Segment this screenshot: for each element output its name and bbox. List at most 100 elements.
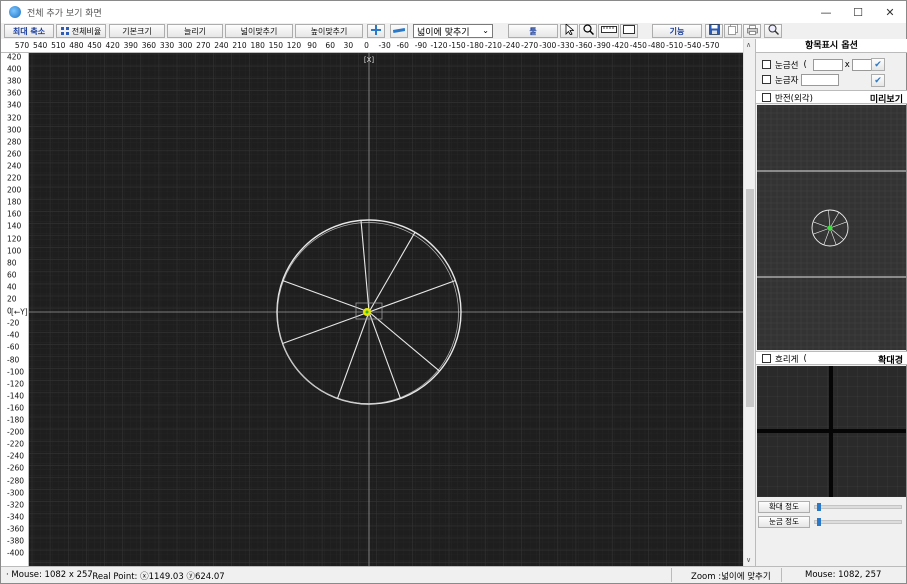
- grid-precision-slider[interactable]: [814, 518, 902, 526]
- printer-icon: [746, 24, 758, 38]
- vertical-scrollbar[interactable]: ∧ ∨: [743, 39, 755, 566]
- y-tick-label: -360: [7, 524, 25, 534]
- close-button[interactable]: ✕: [874, 1, 906, 23]
- scroll-down-icon[interactable]: ∨: [746, 556, 751, 564]
- zoom-precision-label: 확대 정도: [758, 501, 810, 513]
- zoom-precision-thumb[interactable]: [816, 503, 821, 511]
- grid-width-input[interactable]: [812, 58, 843, 71]
- y-tick-label: 420: [7, 52, 22, 62]
- window-title: 전체 추가 보기 화면: [27, 8, 102, 19]
- preview-pane[interactable]: [757, 105, 906, 350]
- x-tick-label: -240: [502, 41, 521, 50]
- hub-dot: [365, 310, 369, 314]
- y-tick-label: 300: [7, 125, 22, 135]
- y-tick-label: 100: [7, 246, 22, 256]
- x-tick-label: 330: [159, 41, 175, 50]
- function-button[interactable]: 기능: [652, 24, 702, 38]
- search-button[interactable]: [764, 24, 782, 38]
- x-tick-label: -300: [539, 41, 557, 50]
- x-tick-label: 390: [123, 41, 138, 50]
- x-tick-label: 480: [69, 41, 84, 50]
- drawing-svg: [X]: [29, 53, 743, 566]
- grid-precision-row: 눈금 정도: [758, 516, 905, 528]
- zoom-out-max-button[interactable]: 최대 축소: [4, 24, 54, 38]
- tools-button[interactable]: 툴: [508, 24, 558, 38]
- y-tick-label: -120: [7, 379, 25, 389]
- maximize-button[interactable]: ☐: [842, 1, 874, 23]
- canvas-area: 570 540 510 480 450 420 390 360 330 300 270 240 210 1…: [1, 39, 743, 566]
- y-tick-label: -300: [7, 488, 25, 498]
- blur-checkbox[interactable]: [762, 354, 771, 363]
- y-tick-label: 240: [7, 161, 22, 171]
- save-button[interactable]: [705, 24, 723, 38]
- preview-label: 미리보기: [869, 95, 903, 105]
- pointer-tool-button[interactable]: [560, 23, 578, 38]
- minimize-button[interactable]: —: [810, 1, 842, 23]
- scroll-up-icon[interactable]: ∧: [746, 41, 751, 49]
- y-tick-label: 380: [7, 76, 22, 86]
- ruler-label: 눈금자: [775, 75, 799, 86]
- preview-wheel-spoke: [829, 212, 840, 229]
- x-tick-label: -120: [430, 41, 448, 50]
- x-tick-label: 30: [343, 41, 354, 50]
- fit-height-button[interactable]: 높이맞추기: [295, 24, 363, 38]
- zoom-in-tool-button[interactable]: [367, 24, 385, 38]
- tools-label: 툴: [529, 26, 537, 36]
- rectangle-tool-button[interactable]: [620, 24, 638, 38]
- checkmark-icon: ✔: [874, 60, 882, 70]
- scrollbar-thumb[interactable]: [746, 189, 754, 407]
- document-copy-icon: [728, 24, 738, 38]
- y-tick-label: 400: [7, 64, 22, 74]
- zoom-out-max-label: 최대 축소: [12, 26, 46, 36]
- y-tick-label: -320: [7, 500, 25, 510]
- zoom-precision-slider[interactable]: [814, 503, 902, 511]
- print-button[interactable]: [743, 24, 761, 38]
- x-tick-label: -540: [684, 41, 702, 50]
- y-axis-label: [←Y]: [11, 307, 28, 317]
- grid-precision-thumb[interactable]: [816, 518, 821, 526]
- enlarge-button[interactable]: 늘리기: [167, 24, 223, 38]
- x-tick-label: 120: [286, 41, 302, 50]
- y-tick-label: 140: [7, 221, 22, 231]
- default-size-button[interactable]: 기본크기: [109, 24, 165, 38]
- zoom-select-value: 넓이에 맞추기: [417, 27, 470, 38]
- invert-checkbox[interactable]: [762, 93, 771, 102]
- drawing-canvas[interactable]: [X]: [29, 53, 743, 566]
- fit-all-button[interactable]: 전체비율: [56, 24, 106, 38]
- x-tick-label: -30: [378, 41, 391, 50]
- crosshair-horizontal: [757, 429, 906, 433]
- major-grid: [29, 53, 743, 566]
- grid-lines-label: 눈금선: [775, 60, 799, 71]
- wheel-spoke: [360, 220, 370, 313]
- magnify-tool-button[interactable]: [579, 24, 597, 38]
- y-tick-label: -280: [7, 476, 25, 485]
- grid-lines-paren: (: [803, 59, 807, 70]
- y-tick-label: 340: [7, 100, 22, 110]
- ruler-tool-button[interactable]: [598, 24, 619, 38]
- y-tick-label: 60: [7, 270, 17, 280]
- zoom-select[interactable]: 넓이에 맞추기 ⌄: [413, 24, 493, 38]
- preview-wheel-spoke: [812, 227, 831, 235]
- grid-lines-apply-button[interactable]: ✔: [871, 58, 885, 71]
- ruler-input[interactable]: [801, 73, 840, 86]
- x-tick-label: -90: [414, 41, 427, 50]
- ruler-apply-button[interactable]: ✔: [871, 74, 885, 87]
- x-tick-label: 0: [364, 41, 369, 50]
- y-tick-label: 80: [7, 258, 17, 268]
- invert-label: 반전(외각): [775, 93, 813, 104]
- magnifier-icon: [582, 24, 594, 38]
- x-tick-label: -330: [557, 41, 575, 50]
- grid-lines-checkbox[interactable]: [762, 60, 771, 69]
- magnifier-pane[interactable]: [757, 366, 906, 497]
- magnifier-svg: [757, 366, 906, 497]
- ruler-checkbox[interactable]: [762, 75, 771, 84]
- chevron-down-icon: ⌄: [482, 26, 489, 35]
- fit-width-label: 넓이맞추기: [240, 26, 278, 36]
- minor-grid: [29, 53, 743, 566]
- zoom-out-tool-button[interactable]: [390, 24, 408, 38]
- status-mouse: · Mouse: 1082 x 257: [6, 570, 93, 580]
- y-tick-label: 20: [7, 294, 17, 304]
- copy-button[interactable]: [724, 24, 742, 38]
- fit-width-button[interactable]: 넓이맞추기: [225, 24, 293, 38]
- checkmark-icon: ✔: [874, 76, 882, 86]
